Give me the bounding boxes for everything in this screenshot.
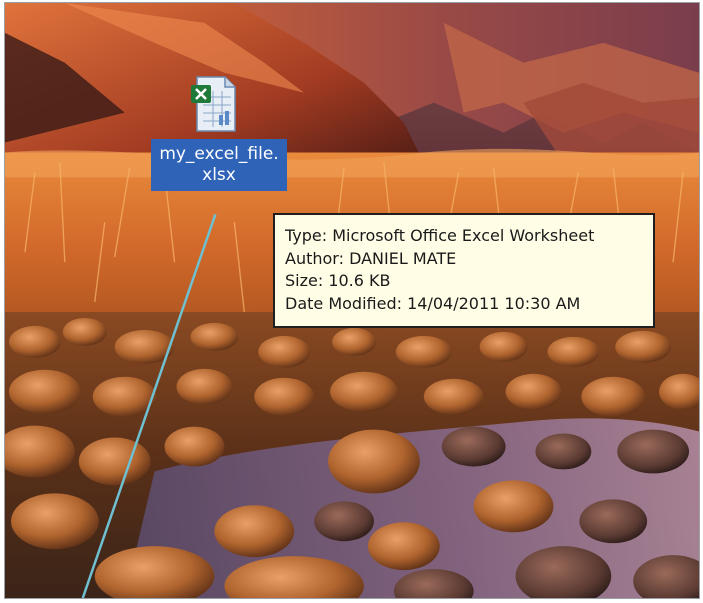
excel-file-icon xyxy=(191,76,236,132)
desktop[interactable]: my_excel_file.xlsx Type: Microsoft Offic… xyxy=(5,3,699,598)
tooltip-author: Author: DANIEL MATE xyxy=(285,248,457,268)
screenshot-frame: my_excel_file.xlsx Type: Microsoft Offic… xyxy=(4,2,700,599)
file-info-tooltip: Type: Microsoft Office Excel Worksheet A… xyxy=(273,213,655,328)
excel-file-desktop-icon[interactable]: my_excel_file.xlsx xyxy=(149,75,289,203)
tooltip-type: Type: Microsoft Office Excel Worksheet xyxy=(285,226,595,245)
file-name-text: my_excel_file.xlsx xyxy=(159,144,279,185)
tooltip-size: Size: 10.6 KB xyxy=(285,271,391,290)
file-name-label[interactable]: my_excel_file.xlsx xyxy=(151,139,287,191)
tooltip-date-modified: Date Modified: 14/04/2011 10:30 AM xyxy=(285,293,581,313)
